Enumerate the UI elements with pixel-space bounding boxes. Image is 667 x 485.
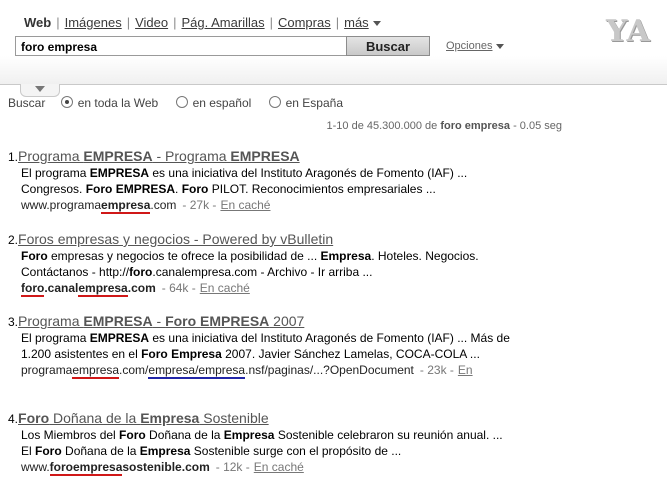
result-snippet: 1.200 asistentes en el Foro Empresa 2007… <box>21 347 480 361</box>
tab-yellow-pages[interactable]: Pág. Amarillas <box>182 15 265 30</box>
result-url: www.programaempresa.com <box>21 198 177 214</box>
result-snippet: Foro empresas y negocios te ofrece la po… <box>21 249 479 263</box>
summary-query: foro empresa <box>440 120 511 132</box>
result-url: programaempresa.com/empresa/empresa.nsf/… <box>21 363 414 379</box>
result-snippet: El programa EMPRESA es una iniciativa de… <box>21 331 510 345</box>
result-number: 4. <box>8 412 19 426</box>
options-label[interactable]: Opciones <box>446 40 492 52</box>
result-snippet: Los Miembros del Foro Doñana de la Empre… <box>21 428 503 442</box>
options-link[interactable]: Opciones <box>446 40 505 52</box>
result-snippet: Contáctanos - http://foro.canalempresa.c… <box>21 265 373 279</box>
result-url: www.foroempresasostenible.com <box>21 460 210 476</box>
result-snippet: El programa EMPRESA es una iniciativa de… <box>21 166 468 180</box>
vertical-tabs: Web | Imágenes | Video | Pág. Amarillas | Compra… <box>24 15 381 30</box>
radio-unchecked-icon[interactable] <box>268 96 281 108</box>
tab-images[interactable]: Imágenes <box>65 15 122 30</box>
radio-unchecked-icon[interactable] <box>175 96 188 108</box>
more-menu[interactable]: más <box>344 15 369 30</box>
cache-link[interactable]: En caché <box>200 281 250 295</box>
radio-checked-icon[interactable] <box>60 96 73 108</box>
result-title-link[interactable]: Foros empresas y negocios - Powered by v… <box>18 231 333 247</box>
result-item: 2.Foros empresas y negocios - Powered by… <box>8 231 648 297</box>
summary-time: - 0.05 seg <box>513 120 562 132</box>
result-item: 3.Programa EMPRESA - Foro EMPRESA 2007 E… <box>8 313 648 379</box>
scope-option-label[interactable]: en español <box>193 96 252 110</box>
result-snippet: El Foro Doñana de la Empresa Sostenible … <box>21 444 402 458</box>
cache-link[interactable]: En <box>458 363 473 377</box>
result-title-link[interactable]: Programa EMPRESA - Foro EMPRESA 2007 <box>18 313 304 329</box>
result-summary: 1-10 de 45.300.000 de foro empresa - 0.0… <box>327 120 562 132</box>
search-scope: Buscar en toda la Web en español en Espa… <box>8 96 357 110</box>
result-size: - 12k - <box>215 460 250 474</box>
result-number: 3. <box>8 315 19 329</box>
result-number: 2. <box>8 233 19 247</box>
result-size: - 64k - <box>161 281 196 295</box>
result-title-link[interactable]: Foro Doñana de la Empresa Sostenible <box>18 410 269 426</box>
result-item: 4.Foro Doñana de la Empresa Sostenible L… <box>8 410 648 476</box>
tab-shopping[interactable]: Compras <box>278 15 331 30</box>
yahoo-logo[interactable]: YA <box>606 14 651 49</box>
scope-option-label[interactable]: en España <box>286 96 343 110</box>
result-snippet: Congresos. Foro EMPRESA. Foro PILOT. Rec… <box>21 182 436 196</box>
result-size: - 23k - <box>419 363 454 377</box>
search-input[interactable]: foro empresa <box>15 36 346 56</box>
search-button[interactable]: Buscar <box>346 36 430 56</box>
result-item: 1.Programa EMPRESA - Programa EMPRESA El… <box>8 148 648 214</box>
scope-option-spain[interactable]: en España <box>268 96 343 110</box>
tab-web[interactable]: Web <box>24 15 51 30</box>
chevron-down-icon[interactable] <box>496 43 505 49</box>
result-size: - 27k - <box>182 198 217 212</box>
summary-prefix: 1-10 de 45.300.000 de <box>326 120 438 132</box>
chevron-down-icon[interactable] <box>372 21 381 27</box>
search-header: Web | Imágenes | Video | Pág. Amarillas | Compra… <box>0 0 667 85</box>
scope-option-label[interactable]: en toda la Web <box>78 96 159 110</box>
scope-label: Buscar <box>8 96 46 110</box>
cache-link[interactable]: En caché <box>220 198 270 212</box>
cache-link[interactable]: En caché <box>254 460 304 474</box>
result-number: 1. <box>8 150 19 164</box>
result-url: foro.canalempresa.com <box>21 281 156 297</box>
result-title-link[interactable]: Programa EMPRESA - Programa EMPRESA <box>18 148 300 164</box>
tab-video[interactable]: Video <box>135 15 168 30</box>
collapse-arrow-icon <box>35 86 45 92</box>
scope-option-spanish[interactable]: en español <box>175 96 252 110</box>
scope-option-web[interactable]: en toda la Web <box>60 96 159 110</box>
